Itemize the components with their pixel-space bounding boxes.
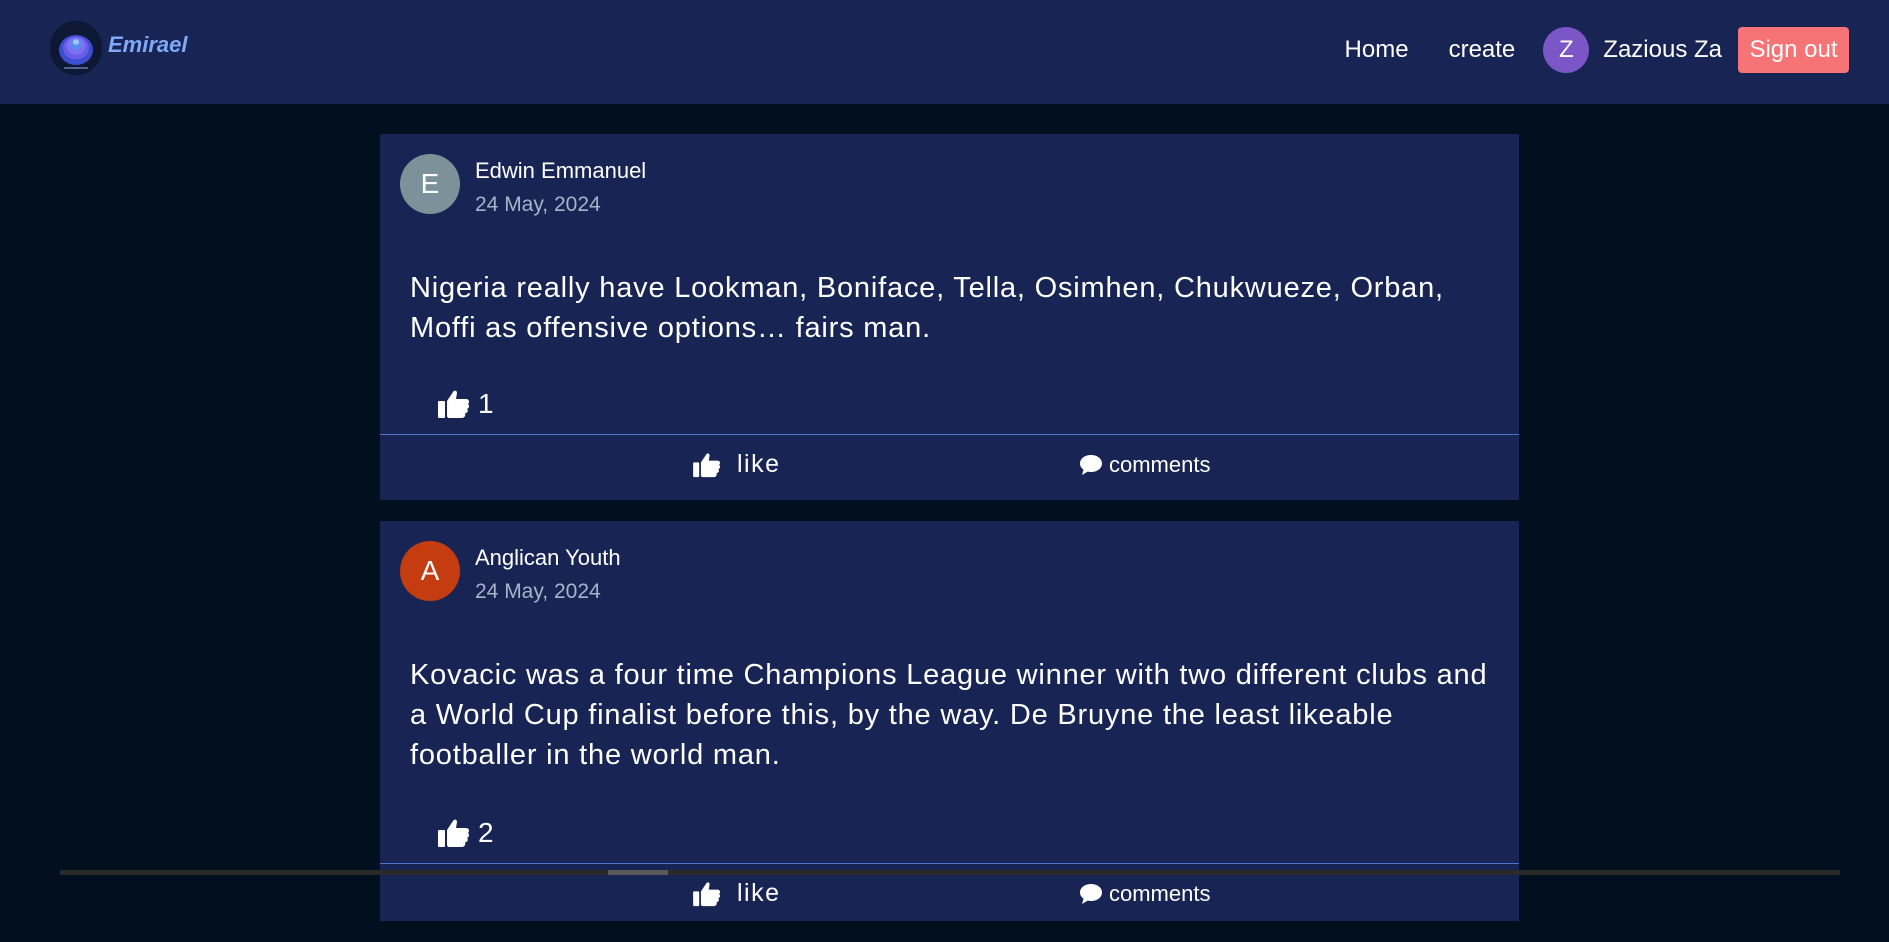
- brand[interactable]: Emirael: [50, 21, 188, 75]
- post-feed: E Edwin Emmanuel 24 May, 2024 Nigeria re…: [380, 134, 1519, 942]
- comment-bubble-icon: [1080, 884, 1102, 904]
- like-count: 2: [438, 817, 494, 849]
- post-header: A Anglican Youth 24 May, 2024: [400, 541, 621, 607]
- author-name[interactable]: Anglican Youth: [475, 543, 621, 573]
- thumbs-up-icon: [693, 452, 721, 477]
- comments-button[interactable]: comments: [1079, 452, 1210, 478]
- user-name[interactable]: Zazious Za: [1603, 36, 1722, 64]
- like-count-value: 2: [478, 817, 494, 848]
- like-label: like: [737, 879, 781, 907]
- post-card: A Anglican Youth 24 May, 2024 Kovacic wa…: [380, 521, 1519, 921]
- like-count: 1: [438, 388, 494, 420]
- brand-name[interactable]: Emirael: [108, 32, 188, 58]
- horizontal-scrollbar[interactable]: [60, 870, 1840, 875]
- post-header: E Edwin Emmanuel 24 May, 2024: [400, 154, 646, 220]
- comments-button[interactable]: comments: [1079, 881, 1210, 907]
- comments-label: comments: [1109, 452, 1211, 477]
- post-card: E Edwin Emmanuel 24 May, 2024 Nigeria re…: [380, 134, 1519, 500]
- like-label: like: [737, 450, 781, 478]
- sign-out-button[interactable]: Sign out: [1738, 27, 1849, 73]
- comment-bubble-icon: [1080, 455, 1102, 475]
- author-name[interactable]: Edwin Emmanuel: [475, 156, 646, 186]
- thumbs-up-icon: [438, 390, 470, 418]
- like-button[interactable]: like: [693, 450, 781, 479]
- author-meta: Anglican Youth 24 May, 2024: [475, 543, 621, 607]
- author-avatar[interactable]: E: [400, 154, 460, 214]
- post-body: Kovacic was a four time Champions League…: [410, 659, 1488, 771]
- nav-create-link[interactable]: create: [1449, 36, 1516, 64]
- top-navbar: Emirael Home create Z Zazious Za Sign ou…: [0, 0, 1889, 104]
- user-avatar[interactable]: Z: [1543, 27, 1590, 73]
- like-count-value: 1: [478, 388, 494, 419]
- nav-home-link[interactable]: Home: [1345, 36, 1409, 64]
- emirael-logo-icon: [50, 21, 102, 75]
- author-meta: Edwin Emmanuel 24 May, 2024: [475, 156, 646, 220]
- thumbs-up-icon: [693, 881, 721, 906]
- post-actions: like comments: [380, 434, 1519, 500]
- post-body: Nigeria really have Lookman, Boniface, T…: [410, 272, 1444, 344]
- author-avatar[interactable]: A: [400, 541, 460, 601]
- scrollbar-thumb[interactable]: [608, 870, 668, 875]
- post-date: 24 May, 2024: [475, 193, 601, 216]
- like-button[interactable]: like: [693, 879, 781, 908]
- post-date: 24 May, 2024: [475, 580, 601, 603]
- thumbs-up-icon: [438, 819, 470, 847]
- nav-right: Home create Z Zazious Za Sign out: [1345, 27, 1849, 73]
- comments-label: comments: [1109, 881, 1211, 906]
